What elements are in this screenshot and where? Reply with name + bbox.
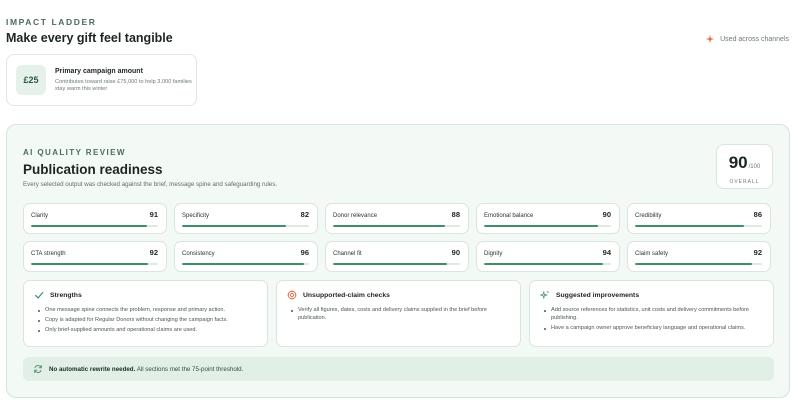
metric-progress-fill (333, 224, 445, 227)
ladder-card-description: Contributes toward raise £75,000 to help… (55, 78, 192, 92)
review-subtitle: Every selected output was checked agains… (23, 181, 278, 188)
unsupported-claims-title: Unsupported-claim checks (303, 291, 390, 299)
list-item: Verify all figures, dates, costs and del… (291, 307, 510, 322)
metric-progress-track (333, 262, 460, 265)
metric-progress-fill (31, 262, 148, 265)
metric-card: Emotional balance 90 (476, 203, 620, 234)
metric-value: 94 (602, 248, 611, 257)
used-across-channels-badge: Used across channels (705, 34, 789, 44)
unsupported-claims-panel: Unsupported-claim checks Verify all figu… (276, 280, 521, 347)
list-item: Add source references for statistics, un… (544, 307, 763, 322)
sparkles-icon (540, 290, 550, 299)
metric-name: Clarity (31, 213, 49, 219)
metric-progress-fill (484, 224, 599, 227)
amount-chip: £25 (16, 65, 46, 95)
metric-card: CTA strength 92 (23, 241, 167, 272)
strengths-title: Strengths (50, 291, 82, 299)
metric-progress-track (484, 224, 611, 227)
ladder-card-title: Primary campaign amount (55, 67, 143, 75)
impact-ladder-title: Make every gift feel tangible (6, 31, 173, 45)
overall-score-card: 90/100 OVERALL (716, 144, 773, 189)
metric-card: Specificity 82 (174, 203, 318, 234)
metric-name: CTA strength (31, 251, 66, 257)
metric-progress-track (31, 224, 158, 227)
overall-label: OVERALL (729, 179, 760, 185)
metric-value: 86 (753, 210, 762, 219)
metric-name: Channel fit (333, 251, 362, 257)
metric-progress-track (333, 224, 460, 227)
metric-name: Dignity (484, 251, 503, 257)
metric-progress-track (31, 262, 158, 265)
metric-progress-fill (182, 224, 287, 227)
metric-progress-track (484, 262, 611, 265)
metric-card: Consistency 96 (174, 241, 318, 272)
used-across-label: Used across channels (720, 35, 789, 43)
target-icon (287, 290, 297, 300)
metric-value: 92 (149, 248, 158, 257)
metric-progress-track (182, 224, 309, 227)
metric-name: Specificity (182, 213, 210, 219)
review-panels: Strengths One message spine connects the… (23, 280, 774, 347)
metric-name: Emotional balance (484, 213, 534, 219)
quality-review-panel: AI QUALITY REVIEW Publication readiness … (6, 124, 790, 398)
suggested-improvements-title: Suggested improvements (556, 291, 640, 299)
overall-score-max: /100 (748, 164, 761, 170)
metric-name: Consistency (182, 251, 215, 257)
metric-progress-fill (31, 224, 147, 227)
overall-score: 90 (728, 153, 748, 172)
metric-progress-fill (182, 262, 304, 265)
impact-ladder-eyebrow: IMPACT LADDER (6, 17, 97, 27)
list-item: One message spine connects the problem, … (38, 307, 257, 315)
review-title: Publication readiness (23, 162, 163, 177)
metric-progress-track (182, 262, 309, 265)
metric-value: 90 (602, 210, 611, 219)
metric-value: 91 (149, 210, 158, 219)
list-item: Only brief-supplied amounts and operatio… (38, 327, 257, 335)
metric-value: 88 (451, 210, 460, 219)
metric-card: Dignity 94 (476, 241, 620, 272)
checkmark-icon (35, 291, 44, 299)
review-eyebrow: AI QUALITY REVIEW (23, 148, 126, 157)
suggested-improvements-panel: Suggested improvements Add source refere… (529, 280, 774, 347)
metric-name: Donor relevance (333, 213, 378, 219)
metric-progress-fill (333, 262, 448, 265)
banner-bold-text: No automatic rewrite needed. (49, 365, 136, 373)
strengths-panel: Strengths One message spine connects the… (23, 280, 268, 347)
metric-name: Credibility (635, 213, 662, 219)
metric-value: 92 (753, 248, 762, 257)
sparkle-icon (705, 34, 715, 44)
list-item: Have a campaign owner approve beneficiar… (544, 325, 763, 333)
metric-value: 90 (451, 248, 460, 257)
metric-progress-fill (635, 262, 752, 265)
refresh-icon (34, 365, 42, 373)
metrics-grid: Clarity 91 Specificity 82 Donor relevance 8… (23, 203, 774, 272)
metric-progress-fill (484, 262, 604, 265)
rewrite-status-banner: No automatic rewrite needed. All section… (23, 357, 774, 381)
metric-card: Credibility 86 (627, 203, 771, 234)
metric-card: Channel fit 90 (325, 241, 469, 272)
metric-card: Donor relevance 88 (325, 203, 469, 234)
metric-card: Clarity 91 (23, 203, 167, 234)
metric-progress-fill (635, 224, 745, 227)
metric-card: Claim safety 92 (627, 241, 771, 272)
metric-value: 96 (300, 248, 309, 257)
impact-ladder-card[interactable]: £25 Primary campaign amount Contributes … (6, 54, 197, 106)
list-item: Copy is adapted for Regular Donors witho… (38, 317, 257, 325)
metric-value: 82 (300, 210, 309, 219)
banner-text: All sections met the 75-point threshold. (135, 365, 244, 373)
metric-name: Claim safety (635, 251, 669, 257)
metric-progress-track (635, 262, 762, 265)
metric-progress-track (635, 224, 762, 227)
